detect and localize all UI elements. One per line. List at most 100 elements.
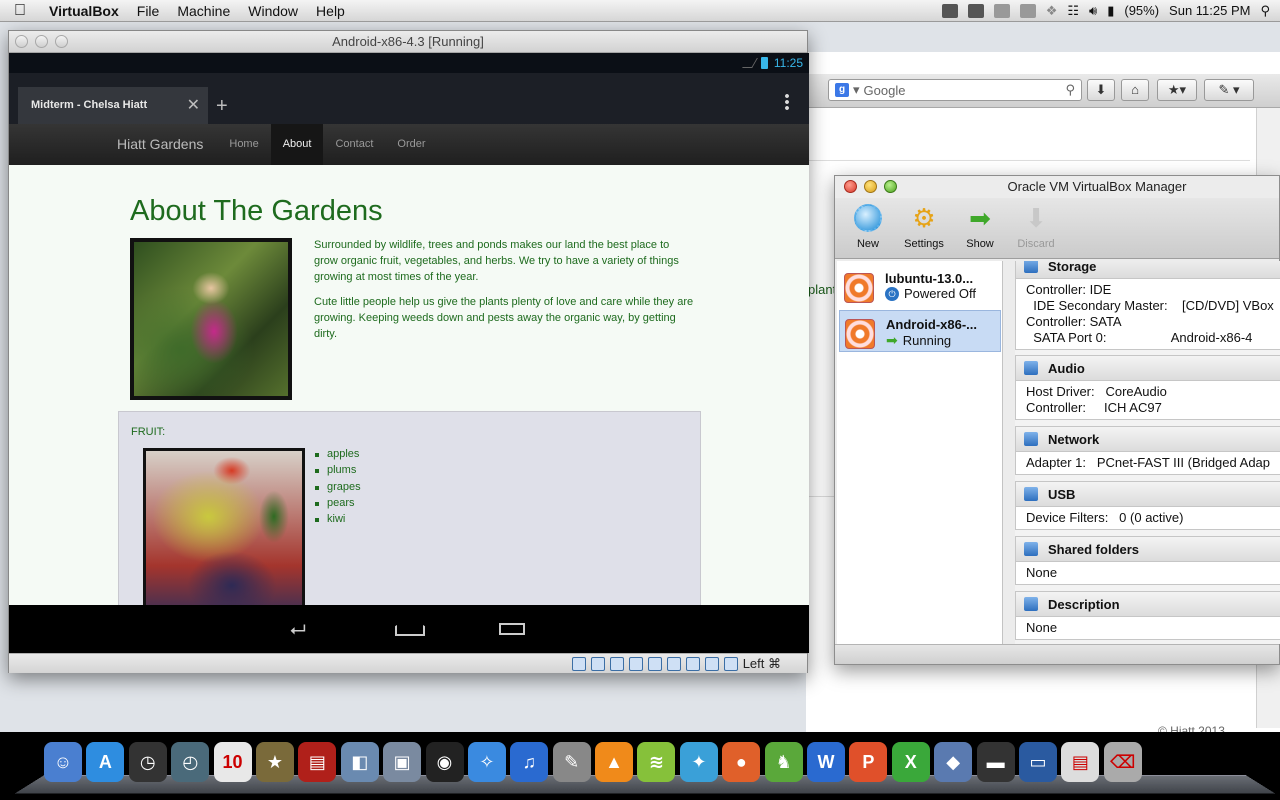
new-tab-icon[interactable]: + <box>216 95 228 118</box>
network-header[interactable]: Network <box>1015 426 1280 452</box>
video-capture-icon[interactable] <box>685 656 700 671</box>
display-icon[interactable] <box>666 656 681 671</box>
zoom-button[interactable] <box>55 35 68 48</box>
android-status-bar: 11:25 <box>9 53 809 73</box>
google-search-field[interactable]: g ▾ Google ⚲ <box>828 79 1082 101</box>
vm-list: lubuntu-13.0... ⏻ Powered Off Android-x8… <box>837 261 1003 644</box>
menu-window[interactable]: Window <box>239 3 307 19</box>
menu-app-virtualbox[interactable]: VirtualBox <box>40 3 128 19</box>
site-brand[interactable]: Hiatt Gardens <box>117 124 203 165</box>
finder-icon[interactable]: ☺ <box>44 742 82 782</box>
dashboard-icon[interactable]: ◷ <box>128 742 167 782</box>
optical-drive-icon[interactable] <box>590 656 605 671</box>
page-text-fragment: plant <box>808 282 837 297</box>
hard-disk-icon[interactable] <box>571 656 586 671</box>
apple-menu-icon[interactable]:  <box>0 2 40 20</box>
android-clock: 11:25 <box>773 56 803 70</box>
recent-apps-icon[interactable] <box>499 623 525 635</box>
menu-clock[interactable]: Sun 11:25 PM <box>1169 3 1250 18</box>
shared-folders-header[interactable]: Shared folders <box>1015 536 1280 562</box>
dropdown-caret-icon[interactable]: ▾ <box>853 82 860 98</box>
keyboard-capture-icon[interactable] <box>723 656 738 671</box>
vlc-icon[interactable]: ▲ <box>595 742 634 782</box>
audio-header[interactable]: Audio <box>1015 355 1280 381</box>
app-store-icon[interactable]: A <box>86 742 125 782</box>
volume-icon[interactable]: 🔊︎ <box>1089 3 1097 19</box>
powered-off-icon: ⏻ <box>885 286 899 301</box>
folder-icon <box>1024 542 1038 556</box>
menu-help[interactable]: Help <box>307 3 354 19</box>
script-editor-icon[interactable]: ✎ <box>552 742 591 782</box>
evernote-tray-icon[interactable] <box>941 3 958 18</box>
menu-machine[interactable]: Machine <box>168 3 239 19</box>
overflow-menu-icon[interactable] <box>785 93 789 111</box>
discard-button[interactable]: ⬇ Discard <box>1011 198 1061 258</box>
vm-item-android[interactable]: Android-x86-... ➡ Running <box>839 310 1001 352</box>
home-icon[interactable] <box>395 622 425 636</box>
nav-order[interactable]: Order <box>385 124 437 165</box>
vm-item-lubuntu[interactable]: lubuntu-13.0... ⏻ Powered Off <box>839 265 1001 307</box>
spotlight-search-icon[interactable]: ⚲ <box>1260 3 1270 19</box>
network-icon[interactable] <box>628 656 643 671</box>
time-machine-tray-icon[interactable] <box>1019 3 1036 18</box>
wifi-icon[interactable]: ☷ <box>1067 3 1079 19</box>
close-button[interactable] <box>844 180 857 193</box>
menu-file[interactable]: File <box>128 3 169 19</box>
close-tab-icon[interactable]: ✕ <box>187 95 200 115</box>
mouse-integration-icon[interactable] <box>704 656 719 671</box>
description-header[interactable]: Description <box>1015 591 1280 617</box>
back-icon[interactable]: ⮠ <box>290 619 306 642</box>
stacks-folder-icon[interactable]: ▭ <box>1018 742 1057 782</box>
imovie-star-icon[interactable]: ★ <box>255 742 294 782</box>
minimize-button[interactable] <box>864 180 877 193</box>
browser-tab[interactable]: Midterm - Chelsa Hiatt ✕ <box>18 87 208 124</box>
zoom-button[interactable] <box>884 180 897 193</box>
firefox-icon[interactable]: ● <box>722 742 761 782</box>
search-placeholder: Google <box>863 82 906 98</box>
camera-icon[interactable]: ◉ <box>425 742 464 782</box>
battery-icon[interactable]: ▮ <box>1107 3 1114 19</box>
dvd-player-icon[interactable]: ▤ <box>298 742 337 782</box>
section-title: USB <box>1048 486 1076 502</box>
bluetooth-icon[interactable]: ❖ <box>1046 3 1058 19</box>
close-button[interactable] <box>15 35 28 48</box>
grid-tray-icon[interactable] <box>993 3 1010 18</box>
storage-header[interactable]: Storage <box>1015 261 1280 279</box>
app-tray-icon[interactable] <box>967 3 984 18</box>
show-button[interactable]: ➡ Show <box>955 198 1005 258</box>
section-title: Shared folders <box>1048 541 1140 557</box>
documents-stack-icon[interactable]: ▤ <box>1061 742 1100 782</box>
battery-percent[interactable]: (95%) <box>1124 3 1159 18</box>
download-button[interactable]: ⬇ <box>1087 79 1115 101</box>
nav-about[interactable]: About <box>270 124 324 165</box>
new-button[interactable]: New <box>843 198 893 258</box>
itunes-icon[interactable]: ♫ <box>510 742 549 782</box>
usb-icon[interactable] <box>609 656 624 671</box>
safari-icon[interactable]: ✧ <box>467 742 506 782</box>
settings-button[interactable]: ⚙ Settings <box>899 198 949 258</box>
powerpoint-icon[interactable]: P <box>849 742 888 782</box>
word-icon[interactable]: W <box>807 742 846 782</box>
excel-icon[interactable]: X <box>891 742 930 782</box>
minimize-button[interactable] <box>35 35 48 48</box>
addon-button[interactable]: ✎ ▾ <box>1204 79 1254 101</box>
calendar-icon[interactable]: 10 <box>213 742 252 782</box>
preview-icon[interactable]: ◧ <box>340 742 379 782</box>
usb-header[interactable]: USB <box>1015 481 1280 507</box>
android-vm-icon[interactable]: ▬ <box>976 742 1015 782</box>
shared-folders-icon[interactable] <box>647 656 662 671</box>
spotify-icon[interactable]: ≋ <box>637 742 676 782</box>
bookmarks-button[interactable]: ★▾ <box>1157 79 1197 101</box>
nav-home[interactable]: Home <box>217 124 270 165</box>
nav-contact[interactable]: Contact <box>323 124 385 165</box>
iphoto-icon[interactable]: ▣ <box>383 742 422 782</box>
home-button[interactable]: ⌂ <box>1121 79 1149 101</box>
search-icon[interactable]: ⚲ <box>1065 82 1075 98</box>
time-machine-icon[interactable]: ◴ <box>171 742 210 782</box>
trash-icon[interactable]: ⌫ <box>1103 742 1142 782</box>
manager-titlebar[interactable]: Oracle VM VirtualBox Manager <box>835 176 1279 198</box>
evernote-icon[interactable]: ♞ <box>764 742 803 782</box>
vm-window-titlebar[interactable]: Android-x86-4.3 [Running] <box>9 31 807 53</box>
messenger-icon[interactable]: ✦ <box>679 742 718 782</box>
virtualbox-icon[interactable]: ◆ <box>934 742 973 782</box>
